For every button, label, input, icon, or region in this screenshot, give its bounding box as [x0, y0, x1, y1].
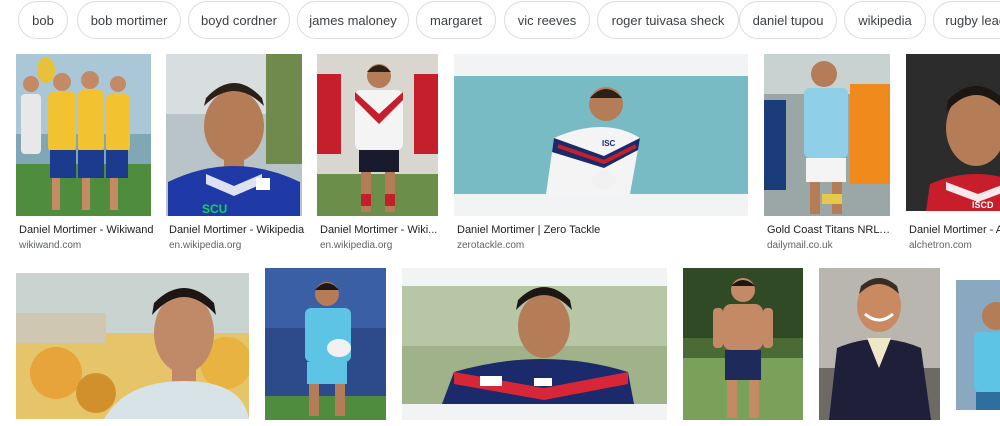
result-thumbnail[interactable]: SCU — [166, 54, 302, 216]
chip-vic-reeves[interactable]: vic reeves — [504, 1, 590, 39]
result-title[interactable]: Daniel Mortimer - Al — [909, 224, 1000, 236]
result-title[interactable]: Daniel Mortimer - Wiki... — [320, 224, 438, 236]
result-thumbnail[interactable] — [683, 268, 803, 420]
image-result[interactable]: ISC Daniel Mortimer | Zero Tackle zerota… — [454, 54, 748, 254]
image-result[interactable]: Gold Coast Titans NRL ... dailymail.co.u… — [764, 54, 891, 254]
chip-margaret[interactable]: margaret — [416, 1, 496, 39]
chip-daniel-tupou[interactable]: daniel tupou — [739, 1, 837, 39]
jersey-logo-text: ISC — [602, 139, 616, 148]
result-thumbnail[interactable] — [317, 54, 438, 216]
image-result[interactable] — [956, 280, 1000, 410]
image-result[interactable] — [683, 268, 803, 420]
result-title[interactable]: Daniel Mortimer | Zero Tackle — [457, 224, 747, 236]
result-title[interactable]: Daniel Mortimer - Wikipedia — [169, 224, 305, 236]
result-source: en.wikipedia.org — [169, 240, 242, 251]
result-source: wikiwand.com — [19, 240, 82, 251]
image-result[interactable] — [819, 268, 940, 420]
chip-bob-mortimer[interactable]: bob mortimer — [77, 1, 181, 39]
result-thumbnail[interactable] — [402, 268, 667, 420]
result-title[interactable]: Gold Coast Titans NRL ... — [767, 224, 891, 236]
chip-rugby-league[interactable]: rugby league — [933, 1, 1000, 39]
result-thumbnail[interactable] — [764, 54, 890, 216]
related-searches-bar: bob bob mortimer boyd cordner james malo… — [18, 1, 1000, 41]
result-thumbnail[interactable] — [265, 268, 386, 420]
result-title[interactable]: Daniel Mortimer - Wikiwand — [19, 224, 154, 236]
chip-boyd-cordner[interactable]: boyd cordner — [188, 1, 290, 39]
result-source: dailymail.co.uk — [767, 240, 833, 251]
result-thumbnail[interactable] — [16, 273, 249, 419]
image-result[interactable] — [402, 268, 667, 420]
image-result[interactable]: ISCD Daniel Mortimer - Al alchetron.com — [906, 54, 1000, 254]
image-result[interactable] — [265, 268, 386, 420]
result-thumbnail[interactable] — [16, 54, 151, 216]
jersey-sponsor-text: SCU — [202, 202, 227, 216]
result-source: alchetron.com — [909, 240, 972, 251]
result-thumbnail[interactable]: ISCD — [906, 54, 1000, 211]
chip-roger-tuivasa-sheck[interactable]: roger tuivasa sheck — [597, 1, 739, 39]
result-source: en.wikipedia.org — [320, 240, 393, 251]
chip-james-maloney[interactable]: james maloney — [297, 1, 409, 39]
image-result[interactable] — [16, 273, 249, 419]
image-result[interactable]: Daniel Mortimer - Wikiwand wikiwand.com — [16, 54, 154, 254]
chip-wikipedia[interactable]: wikipedia — [844, 1, 926, 39]
result-source: zerotackle.com — [457, 240, 525, 251]
result-thumbnail[interactable]: ISC — [454, 54, 748, 216]
result-thumbnail[interactable] — [819, 268, 940, 420]
jersey-logo-text-2: ISCD — [972, 200, 994, 210]
chip-bob[interactable]: bob — [18, 1, 68, 39]
result-thumbnail[interactable] — [956, 280, 1000, 410]
image-result[interactable]: SCU Daniel Mortimer - Wikipedia en.wikip… — [166, 54, 305, 254]
image-result[interactable]: Daniel Mortimer - Wiki... en.wikipedia.o… — [317, 54, 438, 254]
